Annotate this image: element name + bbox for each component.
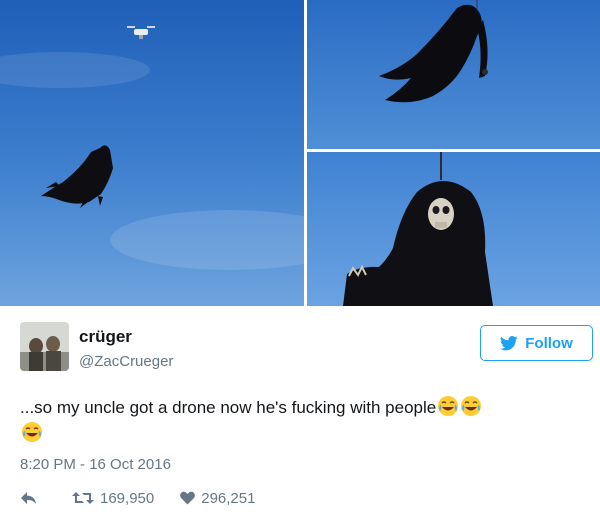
skull-shape [428, 198, 454, 230]
tweet-text: ...so my uncle got a drone now he's fuck… [20, 395, 580, 446]
avatar-image [20, 322, 69, 371]
photo-reaper-skull-closeup[interactable] [307, 152, 600, 306]
retweet-count: 169,950 [100, 489, 155, 507]
like-count: 296,251 [201, 489, 256, 507]
display-name[interactable]: crüger [79, 327, 132, 347]
twitter-bird-icon [500, 335, 518, 350]
retweet-icon [72, 492, 94, 504]
face-with-tears-of-joy-icon [437, 395, 459, 417]
face-with-tears-of-joy-icon [21, 421, 43, 443]
follow-label: Follow [525, 334, 573, 352]
avatar[interactable] [20, 322, 69, 371]
tweet-actions: 169,950 296,251 [20, 488, 255, 508]
tweet-body: ...so my uncle got a drone now he's fuck… [20, 398, 437, 417]
reply-icon [21, 492, 36, 504]
follow-button[interactable]: Follow [480, 325, 593, 361]
photo-drone-with-reaper[interactable] [0, 0, 304, 306]
face-with-tears-of-joy-icon [460, 395, 482, 417]
tweet-media [0, 0, 600, 306]
reaper-skull-image [307, 152, 600, 306]
reaper-flying-image [307, 0, 600, 149]
emoji-row [20, 421, 580, 446]
heart-icon [180, 491, 196, 505]
user-handle[interactable]: @ZacCrueger [79, 353, 173, 370]
photo-reaper-flying-closeup[interactable] [307, 0, 600, 149]
like-button[interactable]: 296,251 [180, 490, 255, 507]
tweet-timestamp[interactable]: 8:20 PM - 16 Oct 2016 [20, 456, 171, 473]
drone-photo-image [0, 0, 304, 306]
retweet-button[interactable]: 169,950 [72, 490, 154, 507]
reply-button[interactable] [20, 491, 40, 505]
